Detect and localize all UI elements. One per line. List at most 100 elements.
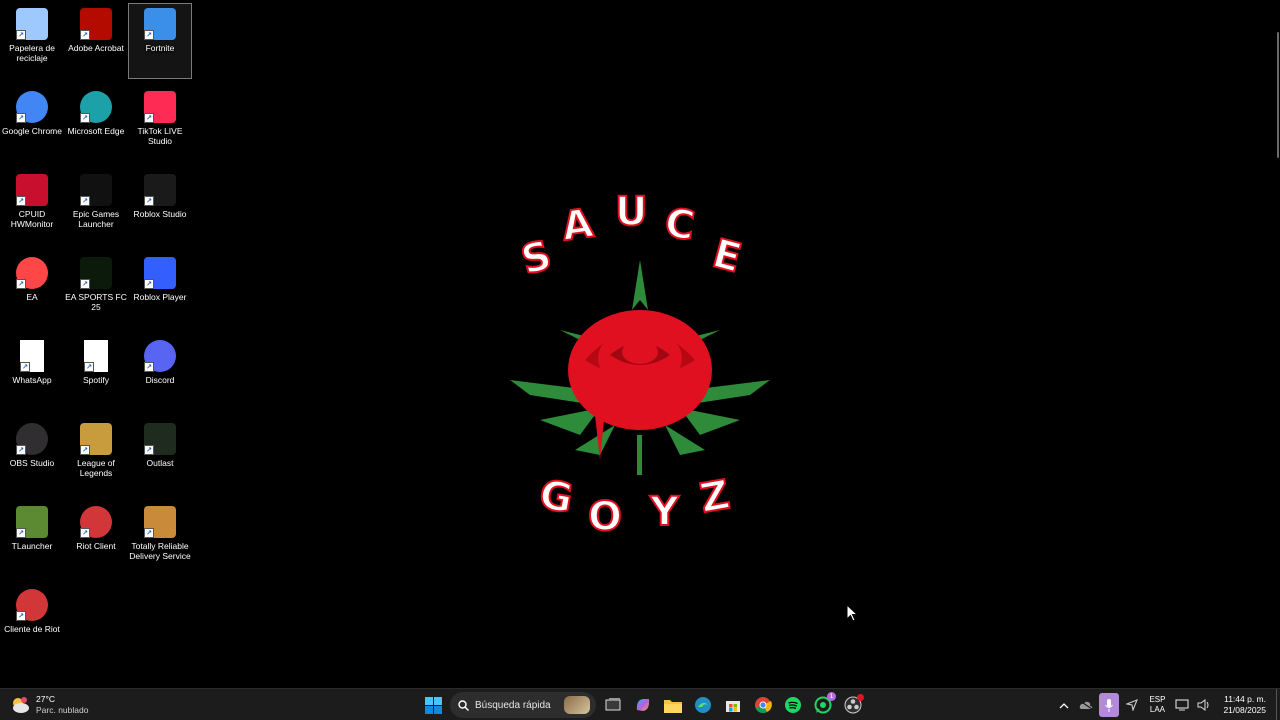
- desktop-icon[interactable]: ↗ Outlast: [128, 418, 192, 494]
- shortcut-arrow-icon: ↗: [144, 528, 154, 538]
- desktop-icon-label: CPUID HWMonitor: [10, 209, 54, 229]
- windows-icon: [424, 696, 442, 714]
- edge-icon: [695, 697, 711, 713]
- discord-icon: ↗: [144, 340, 176, 372]
- shortcut-arrow-icon: ↗: [144, 445, 154, 455]
- ea-icon: ↗: [16, 257, 48, 289]
- obs-taskbar-button[interactable]: [840, 692, 866, 718]
- speaker-icon: [1197, 699, 1209, 711]
- chevron-up-icon: [1059, 702, 1069, 708]
- desktop-icon-label: Cliente de Riot: [4, 624, 60, 634]
- shortcut-arrow-icon: ↗: [84, 362, 94, 372]
- desktop-icon-label: Outlast: [146, 458, 174, 468]
- search-icon: [458, 699, 469, 711]
- desktop-icon[interactable]: ↗ Totally Reliable Delivery Service: [128, 501, 192, 577]
- trds-icon: ↗: [144, 506, 176, 538]
- desktop-icon[interactable]: ↗ Cliente de Riot: [0, 584, 64, 660]
- wallpaper-letter-bottom: Z: [697, 472, 734, 522]
- onedrive-button[interactable]: [1075, 689, 1097, 720]
- network-icon: [1175, 699, 1190, 711]
- desktop-icon-label: Google Chrome: [1, 126, 62, 136]
- desktop-icon[interactable]: ↗ WhatsApp: [0, 335, 64, 411]
- search-highlight-image: [564, 696, 590, 714]
- desktop-icon-label: Spotify: [83, 375, 109, 385]
- shortcut-arrow-icon: ↗: [144, 196, 154, 206]
- desktop-icon[interactable]: ↗ Spotify: [64, 335, 128, 411]
- show-desktop-button[interactable]: [1276, 689, 1280, 720]
- spotify-icon: [785, 697, 801, 713]
- store-button[interactable]: [720, 692, 746, 718]
- hwmonitor-icon: ↗: [16, 174, 48, 206]
- desktop-icon-label: Totally Reliable Delivery Service: [129, 541, 191, 561]
- desktop-icon[interactable]: ↗ Google Chrome: [0, 86, 64, 162]
- taskbar: 27°C Parc. nublado Búsqueda rápida 1 ESP…: [0, 688, 1280, 720]
- chrome-taskbar-button[interactable]: [750, 692, 776, 718]
- desktop-icon-label: WhatsApp: [12, 375, 52, 385]
- desktop-icon[interactable]: ↗ Microsoft Edge: [64, 86, 128, 162]
- desktop-icon[interactable]: ↗ Papelera de reciclaje: [0, 3, 64, 79]
- search-placeholder: Búsqueda rápida: [475, 699, 551, 711]
- desktop-icon[interactable]: ↗ League of Legends: [64, 418, 128, 494]
- desktop-icon[interactable]: ↗ Epic Games Launcher: [64, 169, 128, 245]
- search-box[interactable]: Búsqueda rápida: [450, 692, 596, 718]
- edge-taskbar-button[interactable]: [690, 692, 716, 718]
- shortcut-arrow-icon: ↗: [20, 362, 30, 372]
- desktop-icon[interactable]: ↗ EA SPORTS FC 25: [64, 252, 128, 328]
- desktop-icon[interactable]: ↗ Discord: [128, 335, 192, 411]
- shortcut-arrow-icon: ↗: [80, 445, 90, 455]
- weather-widget[interactable]: 27°C Parc. nublado: [10, 692, 88, 718]
- taskbar-center: Búsqueda rápida 1: [420, 692, 866, 718]
- spotify-taskbar-button[interactable]: [780, 692, 806, 718]
- show-hidden-icons-button[interactable]: [1053, 689, 1075, 720]
- shortcut-arrow-icon: ↗: [144, 30, 154, 40]
- start-button[interactable]: [420, 692, 446, 718]
- input-language-button[interactable]: ESP LAA: [1149, 695, 1165, 715]
- partly-cloudy-icon: [13, 697, 29, 713]
- desktop-scrollbar[interactable]: [1276, 0, 1280, 688]
- desktop-icon-label: Adobe Acrobat: [68, 43, 124, 53]
- desktop-icon[interactable]: ↗ TLauncher: [0, 501, 64, 577]
- desktop-icon-label: TikTok LIVE Studio: [137, 126, 183, 146]
- chrome-icon: [755, 697, 772, 714]
- desktop-icon[interactable]: ↗ Riot Client: [64, 501, 128, 577]
- clock-button[interactable]: 11:44 p. m. 21/08/2025: [1223, 694, 1266, 716]
- roblox-studio-icon: ↗: [144, 174, 176, 206]
- recycle-bin-icon: ↗: [16, 8, 48, 40]
- folder-icon: [664, 699, 682, 713]
- desktop-icon[interactable]: ↗ EA: [0, 252, 64, 328]
- desktop-icon-label: Roblox Player: [133, 292, 187, 302]
- task-view-button[interactable]: [600, 692, 626, 718]
- volume-button[interactable]: [1193, 689, 1215, 720]
- desktop-icon[interactable]: ↗ Roblox Player: [128, 252, 192, 328]
- desktop-icon[interactable]: ↗ CPUID HWMonitor: [0, 169, 64, 245]
- network-button[interactable]: [1171, 689, 1193, 720]
- cloud-off-icon: [1080, 700, 1093, 710]
- scrollbar-thumb[interactable]: [1277, 32, 1279, 158]
- desktop-icon[interactable]: ↗ Roblox Studio: [128, 169, 192, 245]
- desktop-icon-label: Microsoft Edge: [67, 126, 125, 136]
- location-in-use-button[interactable]: [1121, 689, 1143, 720]
- shortcut-arrow-icon: ↗: [16, 528, 26, 538]
- copilot-button[interactable]: [630, 692, 656, 718]
- whatsapp-taskbar-button[interactable]: 1: [810, 692, 836, 718]
- desktop-icon[interactable]: ↗ Adobe Acrobat: [64, 3, 128, 79]
- shortcut-arrow-icon: ↗: [80, 528, 90, 538]
- clock-date: 21/08/2025: [1223, 705, 1266, 715]
- chrome-icon: ↗: [16, 91, 48, 123]
- desktop-icon-label: Roblox Studio: [133, 209, 187, 219]
- weather-condition: Parc. nublado: [36, 705, 89, 715]
- microphone-in-use-button[interactable]: [1099, 693, 1120, 717]
- wallpaper-letter-bottom: O: [588, 494, 622, 540]
- file-explorer-button[interactable]: [660, 692, 686, 718]
- desktop-icon[interactable]: ↗ OBS Studio: [0, 418, 64, 494]
- shortcut-arrow-icon: ↗: [16, 30, 26, 40]
- desktop-icon[interactable]: ↗ TikTok LIVE Studio: [128, 86, 192, 162]
- recording-indicator: [857, 694, 864, 701]
- microphone-icon: [1105, 698, 1114, 712]
- weather-temperature: 27°C: [36, 694, 55, 704]
- wallpaper-letter-top: S: [517, 232, 557, 284]
- mouse-cursor-icon: [846, 604, 858, 622]
- edge-icon: ↗: [80, 91, 112, 123]
- shortcut-arrow-icon: ↗: [16, 279, 26, 289]
- desktop-icon[interactable]: ↗ Fortnite: [128, 3, 192, 79]
